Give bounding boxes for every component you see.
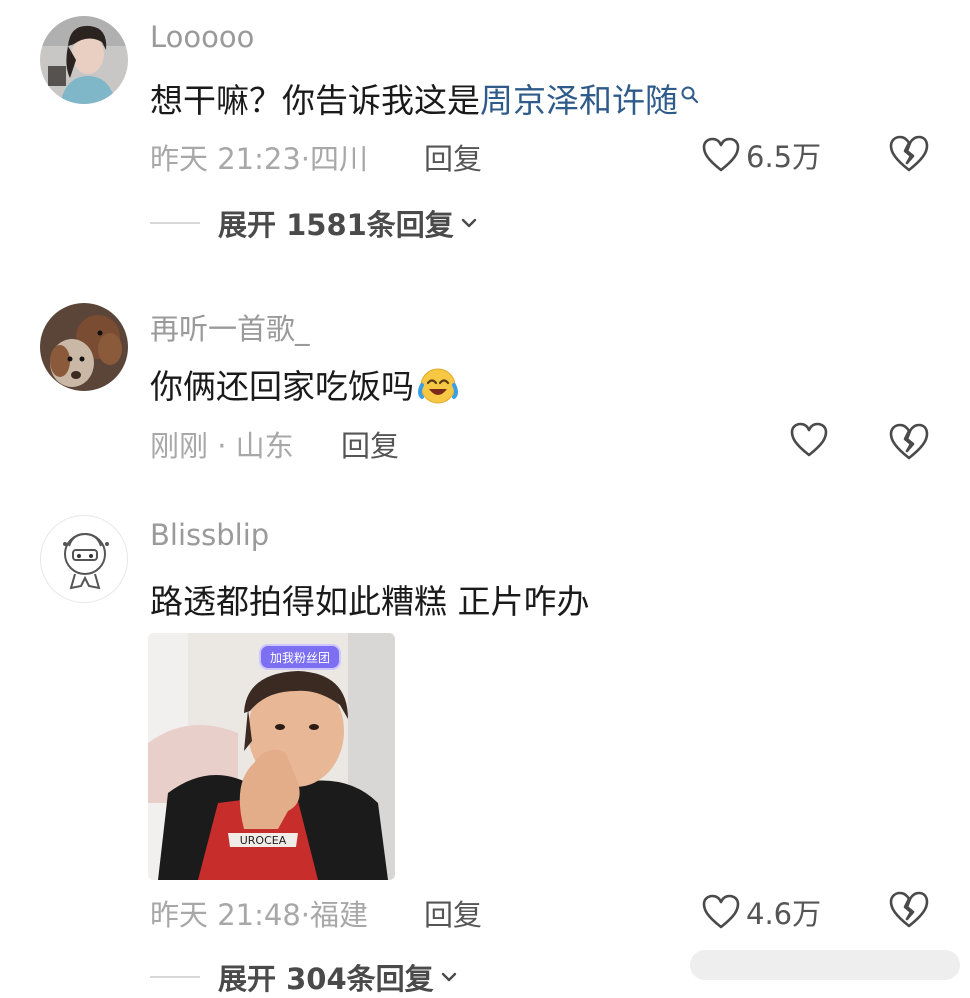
reply-button[interactable]: 回复 bbox=[341, 423, 399, 465]
expand-replies-label: 展开 1581条回复 bbox=[218, 208, 454, 242]
broken-heart-icon[interactable] bbox=[889, 134, 929, 174]
timestamp: 刚刚 bbox=[150, 429, 209, 463]
reply-button[interactable]: 回复 bbox=[424, 136, 482, 178]
reply-button[interactable]: 回复 bbox=[424, 892, 482, 934]
heart-outline-icon[interactable] bbox=[790, 422, 828, 458]
dot-separator: · bbox=[208, 429, 236, 463]
timestamp: 昨天 21:23 bbox=[150, 142, 301, 176]
comment-photo[interactable]: UROCEA 加我粉丝团 bbox=[148, 633, 395, 880]
comment-text-prefix: 想干嘛？你告诉我这是 bbox=[150, 81, 480, 120]
like-count: 4.6万 bbox=[746, 897, 822, 931]
comment-text: 路透都拍得如此糟糕 正片咋办 bbox=[150, 582, 590, 621]
heart-outline-icon bbox=[702, 137, 740, 172]
broken-heart-icon[interactable] bbox=[889, 890, 929, 930]
watermark bbox=[690, 950, 960, 980]
chevron-down-icon bbox=[441, 972, 456, 982]
expand-replies[interactable]: 展开 304条回复 bbox=[150, 956, 460, 998]
username[interactable]: 再听一首歌_ bbox=[150, 306, 310, 348]
heart-outline-icon bbox=[702, 894, 740, 929]
location: 福建 bbox=[310, 898, 369, 932]
location: 四川 bbox=[310, 142, 369, 176]
username[interactable]: Looooo bbox=[150, 20, 254, 54]
search-icon[interactable] bbox=[680, 74, 700, 113]
comment-text: 想干嘛？你告诉我这是周京泽和许随 bbox=[150, 74, 700, 122]
avatar[interactable] bbox=[40, 515, 128, 603]
expand-replies[interactable]: 展开 1581条回复 bbox=[150, 202, 480, 244]
timestamp: 昨天 21:48 bbox=[150, 898, 301, 932]
comment-text-body: 你俩还回家吃饭吗 bbox=[150, 367, 414, 406]
username[interactable]: Blissblip bbox=[150, 518, 269, 552]
like-button[interactable]: 4.6万 bbox=[702, 891, 821, 933]
chevron-down-icon bbox=[461, 218, 477, 228]
comment-text: 你俩还回家吃饭吗 bbox=[150, 360, 458, 413]
comment-meta: 昨天 21:23·四川 bbox=[150, 136, 368, 178]
avatar[interactable] bbox=[40, 16, 128, 104]
broken-heart-icon[interactable] bbox=[889, 422, 929, 462]
expand-replies-label: 展开 304条回复 bbox=[218, 962, 434, 996]
divider bbox=[150, 222, 200, 224]
dot-separator: · bbox=[300, 898, 311, 932]
shirt-text: UROCEA bbox=[240, 834, 287, 847]
location: 山东 bbox=[235, 429, 294, 463]
comment-meta: 昨天 21:48·福建 bbox=[150, 892, 368, 934]
like-count: 6.5万 bbox=[746, 140, 822, 174]
divider bbox=[150, 976, 200, 978]
comment-meta: 刚刚 · 山东 bbox=[150, 423, 294, 465]
avatar[interactable] bbox=[40, 303, 128, 391]
photo-sticker: 加我粉丝团 bbox=[270, 651, 330, 665]
search-link[interactable]: 周京泽和许随 bbox=[480, 81, 678, 120]
like-button[interactable]: 6.5万 bbox=[702, 134, 821, 176]
dot-separator: · bbox=[300, 142, 311, 176]
laughing-crying-emoji bbox=[418, 365, 458, 413]
